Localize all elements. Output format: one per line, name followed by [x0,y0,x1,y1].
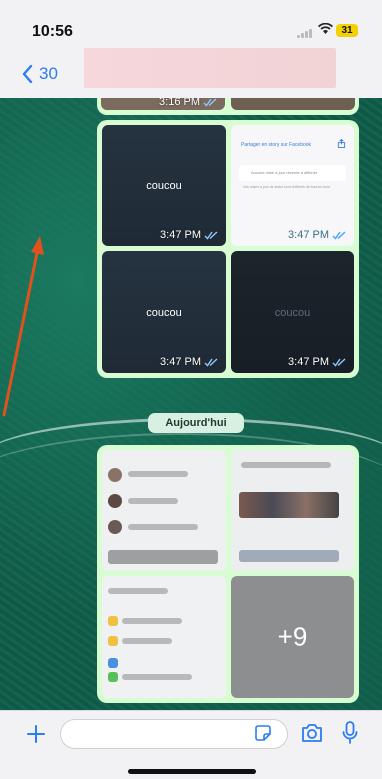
message-timestamp: 3:47 PM [288,356,346,368]
story-title: Partager en story sur Facebook [241,142,312,148]
status-time: 10:56 [32,23,73,40]
media-tile[interactable]: coucou 3:47 PM [102,125,226,246]
chevron-left-icon [22,65,33,83]
plus-icon [27,725,45,743]
media-tile[interactable]: coucou 3:47 PM [102,251,226,373]
annotation-arrow [2,236,44,417]
home-indicator [128,769,256,774]
media-message[interactable]: 3:16 PM [97,98,359,115]
message-timestamp: 3:16 PM [159,98,217,108]
story-empty-card: Aucune mise à jour récente à afficher [239,165,346,181]
status-bar: 10:56 31 [0,0,382,48]
media-tile[interactable]: coucou 3:47 PM [231,251,354,373]
chat-header: 30 [0,48,382,99]
tile-caption: coucou [146,307,182,319]
media-tile-more[interactable]: +9 [231,576,354,698]
message-timestamp: 3:47 PM [288,229,346,241]
media-tile[interactable]: 3:16 PM [101,98,225,110]
media-tile[interactable] [102,450,226,571]
double-check-icon [332,230,346,240]
share-icon [337,139,346,148]
double-check-icon [332,357,346,367]
attach-button[interactable] [26,719,46,750]
date-separator: Aujourd'hui [148,413,244,433]
sticker-icon[interactable] [255,725,271,741]
camera-icon[interactable] [301,723,323,743]
media-tile[interactable] [231,98,355,110]
double-check-icon [204,357,218,367]
media-album-message[interactable]: coucou 3:47 PM Partager en story sur Fac… [97,120,359,378]
media-tile[interactable]: Partager en story sur Facebook Aucune mi… [231,125,354,246]
more-media-count: +9 [277,621,308,652]
media-tile[interactable] [231,450,354,571]
tile-caption: coucou [146,180,182,192]
story-body: Aucune mise à jour récente à afficher [251,170,318,175]
back-button[interactable]: 30 [22,64,58,84]
contact-name-redacted[interactable] [84,48,336,88]
message-timestamp: 3:47 PM [160,356,218,368]
back-count: 30 [39,64,58,83]
story-footer: Vos mises à jour de statut sont chiffrée… [243,185,331,189]
media-tile[interactable] [102,576,226,698]
composer-bar [0,710,382,779]
wifi-icon [318,22,333,38]
double-check-icon [204,230,218,240]
battery-indicator: 31 [336,24,358,37]
message-timestamp: 3:47 PM [160,229,218,241]
tile-caption: coucou [274,307,311,319]
mic-icon[interactable] [342,721,358,745]
double-check-icon [203,98,217,107]
message-input[interactable] [60,719,288,749]
signal-icon [297,28,313,38]
media-album-message[interactable]: +9 [97,445,359,703]
